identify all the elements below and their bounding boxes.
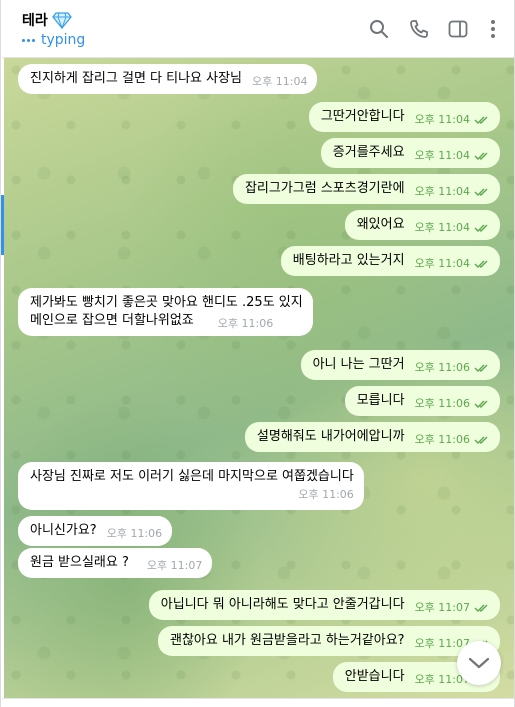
message-time: 오후 11:04 [252, 75, 308, 88]
message-time: 오후 11:04 [414, 257, 470, 270]
message-time: 오후 11:07 [146, 559, 203, 572]
double-check-icon [474, 364, 488, 372]
double-check-icon [474, 604, 488, 612]
message-time: 오후 11:04 [414, 221, 470, 234]
message-outgoing[interactable]: 잡리그가그럼 스포츠경기란에 오후 11:04 [232, 174, 500, 204]
message-text: 증거를주세요 [332, 145, 405, 160]
message-meta: 오후 11:04 [415, 255, 490, 273]
message-text: 그딴거안합니다 [320, 109, 405, 124]
chevron-down-icon [468, 657, 490, 669]
double-check-icon [474, 400, 488, 408]
double-check-icon [474, 116, 488, 124]
message-outgoing[interactable]: 설명해줘도 내가어에압니까 오후 11:06 [244, 422, 500, 452]
phone-icon[interactable] [408, 18, 430, 40]
message-meta: 오후 11:04 [415, 183, 490, 201]
message-time: 오후 11:04 [414, 149, 470, 162]
message-outgoing[interactable]: 모릅니다 오후 11:06 [344, 386, 500, 416]
message-text: 아니 나는 그딴거 [312, 357, 405, 372]
message-text: 모릅니다 [356, 393, 405, 408]
message-outgoing[interactable]: 그딴거안합니다 오후 11:04 [308, 102, 500, 132]
message-meta: 오후 11:06 [107, 525, 162, 543]
message-text: 잡리그가그럼 스포츠경기란에 [244, 181, 405, 196]
message-meta: 오후 11:06 [415, 359, 490, 377]
peer-name-text: 테라 [22, 13, 48, 29]
more-vertical-icon[interactable] [482, 18, 504, 40]
message-meta: 오후 11:07 [147, 557, 202, 575]
message-incoming[interactable]: 아니신가요? 오후 11:06 [18, 516, 173, 546]
typing-dots-icon [22, 38, 35, 42]
search-icon[interactable] [368, 18, 390, 40]
message-outgoing[interactable]: 배팅하라고 있는거지 오후 11:04 [280, 246, 500, 276]
message-text: 사장님 진짜로 저도 이러기 싫은데 마지막으로 여쭙겠습니다 [30, 469, 354, 484]
status-text: typing [41, 32, 86, 48]
message-text: 아닙니다 뭐 아니라해도 맞다고 안줄거갑니다 [160, 597, 405, 612]
message-time: 오후 11:04 [414, 185, 470, 198]
message-text: 진지하게 잡리그 걸면 다 티나요 사장님 [30, 71, 243, 86]
message-meta: 오후 11:07 [415, 599, 490, 617]
message-meta: 오후 11:04 [252, 73, 307, 91]
sidebar-toggle-icon[interactable] [447, 18, 469, 40]
double-check-icon [474, 436, 488, 444]
message-text: 안받습니다 [344, 669, 405, 684]
message-time: 오후 11:06 [414, 397, 470, 410]
message-meta: 오후 11:04 [415, 111, 490, 129]
message-text: 왜있어요 [356, 217, 405, 232]
peer-name[interactable]: 테라 [22, 10, 72, 30]
chat-window: 테라 typing 진지하게 잡리그 걸면 다 티나요 사장님오후 11:04 [0, 0, 515, 707]
message-meta: 오후 11:06 [415, 431, 490, 449]
message-incoming[interactable]: 제가봐도 빵치기 좋은곳 맞아요 핸디도 .25도 있지 메인으로 잡으면 더할… [18, 288, 313, 336]
double-check-icon [474, 152, 488, 160]
message-outgoing[interactable]: 괜찮아요 내가 원금받을라고 하는거같아요? 오후 11:07 [157, 626, 500, 656]
message-outgoing[interactable]: 아니 나는 그딴거 오후 11:06 [300, 350, 500, 380]
message-time: 오후 11:06 [217, 317, 274, 330]
message-text: 제가봐도 빵치기 좋은곳 맞아요 핸디도 .25도 있지 [30, 295, 303, 310]
chat-header[interactable]: 테라 typing [2, 0, 514, 58]
message-text: 배팅하라고 있는거지 [292, 253, 405, 268]
double-check-icon [474, 224, 488, 232]
message-incoming[interactable]: 원금 받으실래요 ? 오후 11:07 [18, 548, 213, 578]
message-meta: 오후 11:06 [30, 486, 354, 504]
double-check-icon [474, 188, 488, 196]
message-text: 설명해줘도 내가어에압니까 [256, 429, 405, 444]
message-time: 오후 11:06 [298, 488, 354, 501]
message-outgoing[interactable]: 아닙니다 뭐 아니라해도 맞다고 안줄거갑니다 오후 11:07 [148, 590, 500, 620]
message-list[interactable]: 진지하게 잡리그 걸면 다 티나요 사장님 오후 11:04 그딴거안합니다 오후 … [4, 58, 514, 698]
message-text: 원금 받으실래요 ? [30, 555, 129, 570]
message-meta: 오후 11:04 [415, 219, 490, 237]
double-check-icon [474, 260, 488, 268]
message-text: 메인으로 잡으면 더할나위없죠 [30, 313, 194, 328]
message-meta: 오후 11:04 [415, 147, 490, 165]
message-time: 오후 11:04 [414, 113, 470, 126]
message-time: 오후 11:06 [414, 433, 470, 446]
message-incoming[interactable]: 진지하게 잡리그 걸면 다 티나요 사장님 오후 11:04 [18, 64, 318, 94]
message-last-line: 메인으로 잡으면 더할나위없죠 오후 11:06 [30, 312, 303, 330]
message-time: 오후 11:06 [414, 361, 470, 374]
peer-status: typing [22, 32, 85, 48]
scroll-to-bottom-button[interactable] [457, 641, 501, 685]
message-time: 오후 11:07 [414, 601, 470, 614]
message-meta: 오후 11:06 [415, 395, 490, 413]
message-outgoing[interactable]: 증거를주세요 오후 11:04 [320, 138, 500, 168]
message-text: 아니신가요? [30, 523, 97, 538]
message-text: 괜찮아요 내가 원금받을라고 하는거같아요? [169, 633, 405, 648]
diamond-icon [51, 12, 72, 29]
message-outgoing[interactable]: 왜있어요 오후 11:04 [344, 210, 500, 240]
composer-edge [2, 698, 514, 707]
message-meta: 오후 11:06 [218, 315, 273, 333]
message-incoming[interactable]: 사장님 진짜로 저도 이러기 싫은데 마지막으로 여쭙겠습니다 오후 11:06 [18, 462, 364, 510]
message-time: 오후 11:06 [106, 527, 163, 540]
